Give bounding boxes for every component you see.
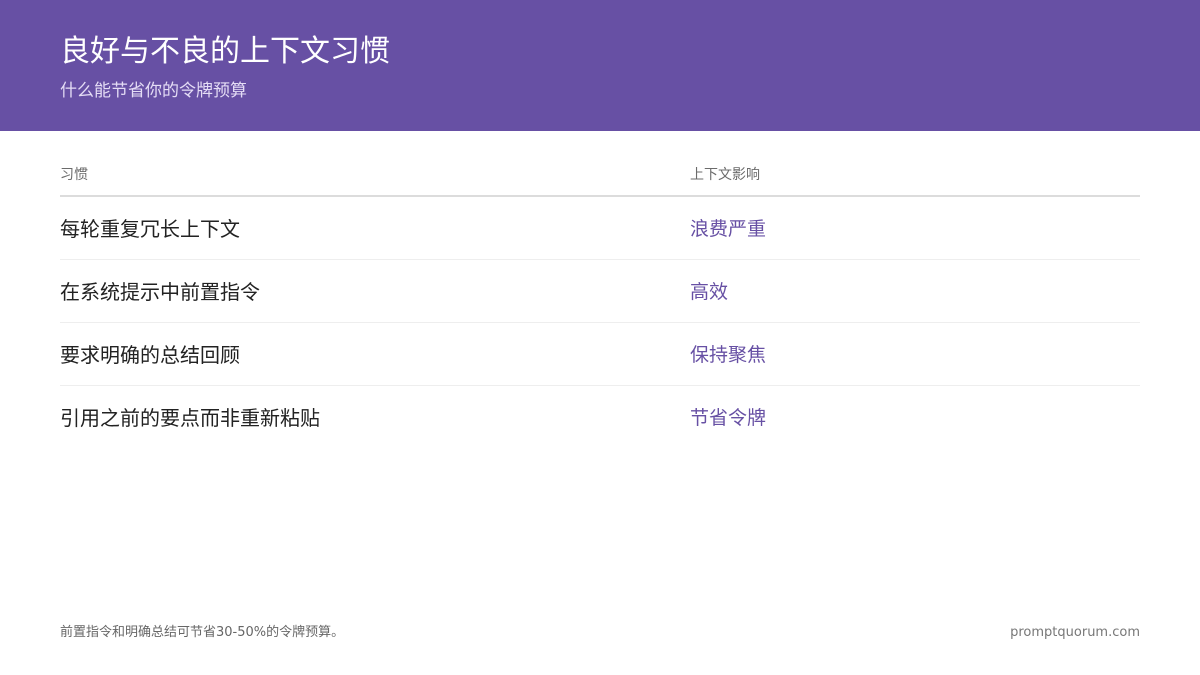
- habit-cell: 要求明确的总结回顾: [60, 343, 240, 367]
- habit-cell: 在系统提示中前置指令: [60, 280, 260, 304]
- habits-table: 习惯 上下文影响 每轮重复冗长上下文 浪费严重 在系统提示中前置指令 高效 要求…: [60, 155, 1140, 448]
- column-header-habit: 习惯: [60, 167, 88, 183]
- table-row: 要求明确的总结回顾 保持聚焦: [60, 323, 1140, 386]
- page-subtitle: 什么能节省你的令牌预算: [60, 81, 247, 101]
- impact-cell: 高效: [690, 281, 729, 303]
- column-header-impact: 上下文影响: [690, 167, 760, 183]
- habit-cell: 引用之前的要点而非重新粘贴: [60, 406, 320, 430]
- header-banner: 良好与不良的上下文习惯 什么能节省你的令牌预算: [0, 0, 1200, 131]
- impact-cell: 浪费严重: [690, 218, 767, 240]
- table-header: 习惯 上下文影响: [60, 155, 1140, 197]
- table-row: 在系统提示中前置指令 高效: [60, 260, 1140, 323]
- footer-brand: promptquorum.com: [1010, 625, 1140, 640]
- page-title: 良好与不良的上下文习惯: [60, 34, 390, 69]
- table-row: 每轮重复冗长上下文 浪费严重: [60, 197, 1140, 260]
- impact-cell: 节省令牌: [690, 407, 767, 429]
- impact-cell: 保持聚焦: [690, 344, 767, 366]
- footer-note: 前置指令和明确总结可节省30-50%的令牌预算。: [60, 625, 345, 640]
- habit-cell: 每轮重复冗长上下文: [60, 217, 240, 241]
- table-row: 引用之前的要点而非重新粘贴 节省令牌: [60, 386, 1140, 448]
